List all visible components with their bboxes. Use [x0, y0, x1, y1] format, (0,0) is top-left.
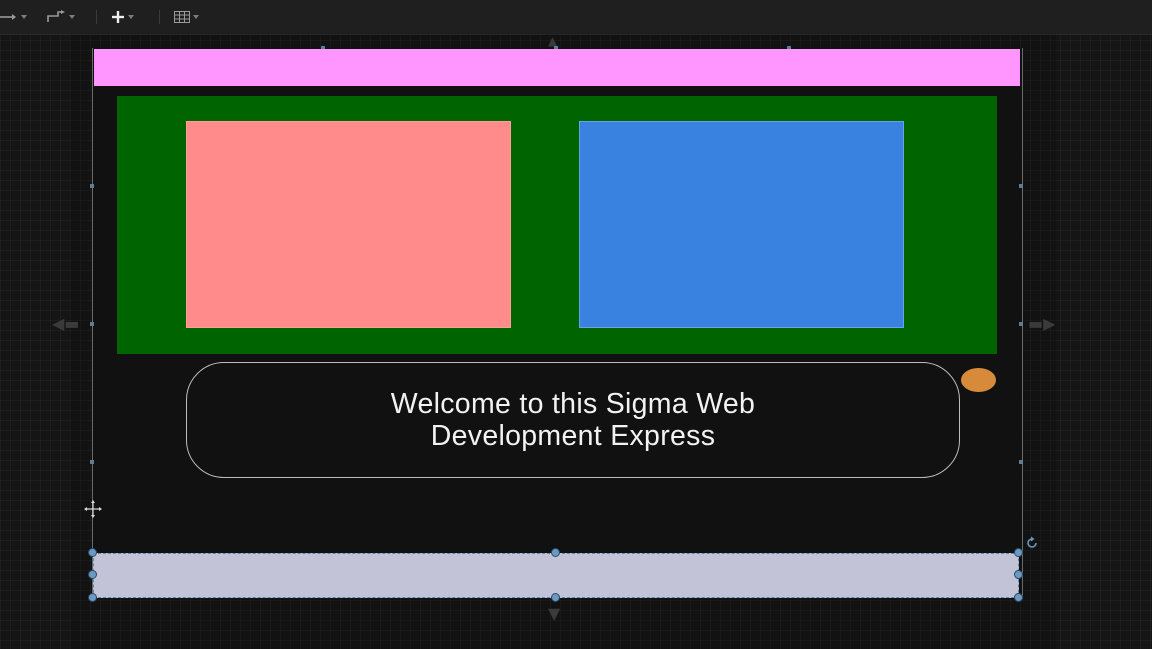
chevron-down-icon	[128, 15, 134, 19]
connector-icon	[47, 10, 65, 22]
welcome-box[interactable]: Welcome to this Sigma Web Development Ex…	[186, 362, 960, 478]
diagram-editor: ◀▬ ▬▶ ▲ ▼ Welcome to this Sigma Web Deve…	[0, 0, 1152, 649]
selection-handle-bottom-right[interactable]	[1014, 593, 1023, 602]
move-cursor-icon	[84, 500, 102, 518]
arrow-down-icon[interactable]: ▼	[548, 606, 560, 622]
table-button[interactable]	[174, 6, 199, 28]
table-icon	[174, 11, 190, 23]
selection-handle-right[interactable]	[1014, 570, 1023, 579]
chevron-down-icon	[69, 15, 75, 19]
resize-handle[interactable]	[90, 460, 94, 464]
blue-box[interactable]	[579, 121, 904, 328]
resize-handle[interactable]	[90, 184, 94, 188]
selection-handle-bottom[interactable]	[551, 593, 560, 602]
toolbar-divider	[159, 10, 160, 24]
selection-handle-left[interactable]	[88, 570, 97, 579]
arrow-right-icon[interactable]: ▬▶	[1028, 316, 1055, 332]
selection-handle-bottom-left[interactable]	[88, 593, 97, 602]
arrow-left-icon[interactable]: ◀▬	[52, 316, 79, 332]
footer-bar[interactable]	[93, 553, 1019, 598]
toolbar-divider	[96, 10, 97, 24]
resize-handle[interactable]	[1019, 322, 1023, 326]
insert-button[interactable]	[111, 6, 134, 28]
selection-handle-top[interactable]	[551, 548, 560, 557]
welcome-text: Welcome to this Sigma Web Development Ex…	[293, 388, 853, 452]
connector-tool-button[interactable]	[46, 6, 75, 28]
header-bar[interactable]	[94, 49, 1020, 86]
resize-handle[interactable]	[1019, 460, 1023, 464]
selection-handle-top-right[interactable]	[1014, 548, 1023, 557]
line-tool-button[interactable]	[0, 6, 27, 28]
rotate-icon[interactable]	[1025, 536, 1039, 550]
toolbar	[0, 0, 1152, 35]
resize-handle[interactable]	[90, 322, 94, 326]
chevron-down-icon	[193, 15, 199, 19]
orange-circle[interactable]	[961, 368, 996, 392]
pink-box[interactable]	[186, 121, 511, 328]
line-arrow-icon	[0, 14, 16, 20]
welcome-line-1: Welcome to this Sigma Web	[390, 388, 756, 420]
selection-handle-top-left[interactable]	[88, 548, 97, 557]
plus-icon	[112, 11, 124, 23]
chevron-down-icon	[21, 15, 27, 19]
welcome-line-2: Development Express	[430, 420, 716, 452]
resize-handle[interactable]	[1019, 184, 1023, 188]
